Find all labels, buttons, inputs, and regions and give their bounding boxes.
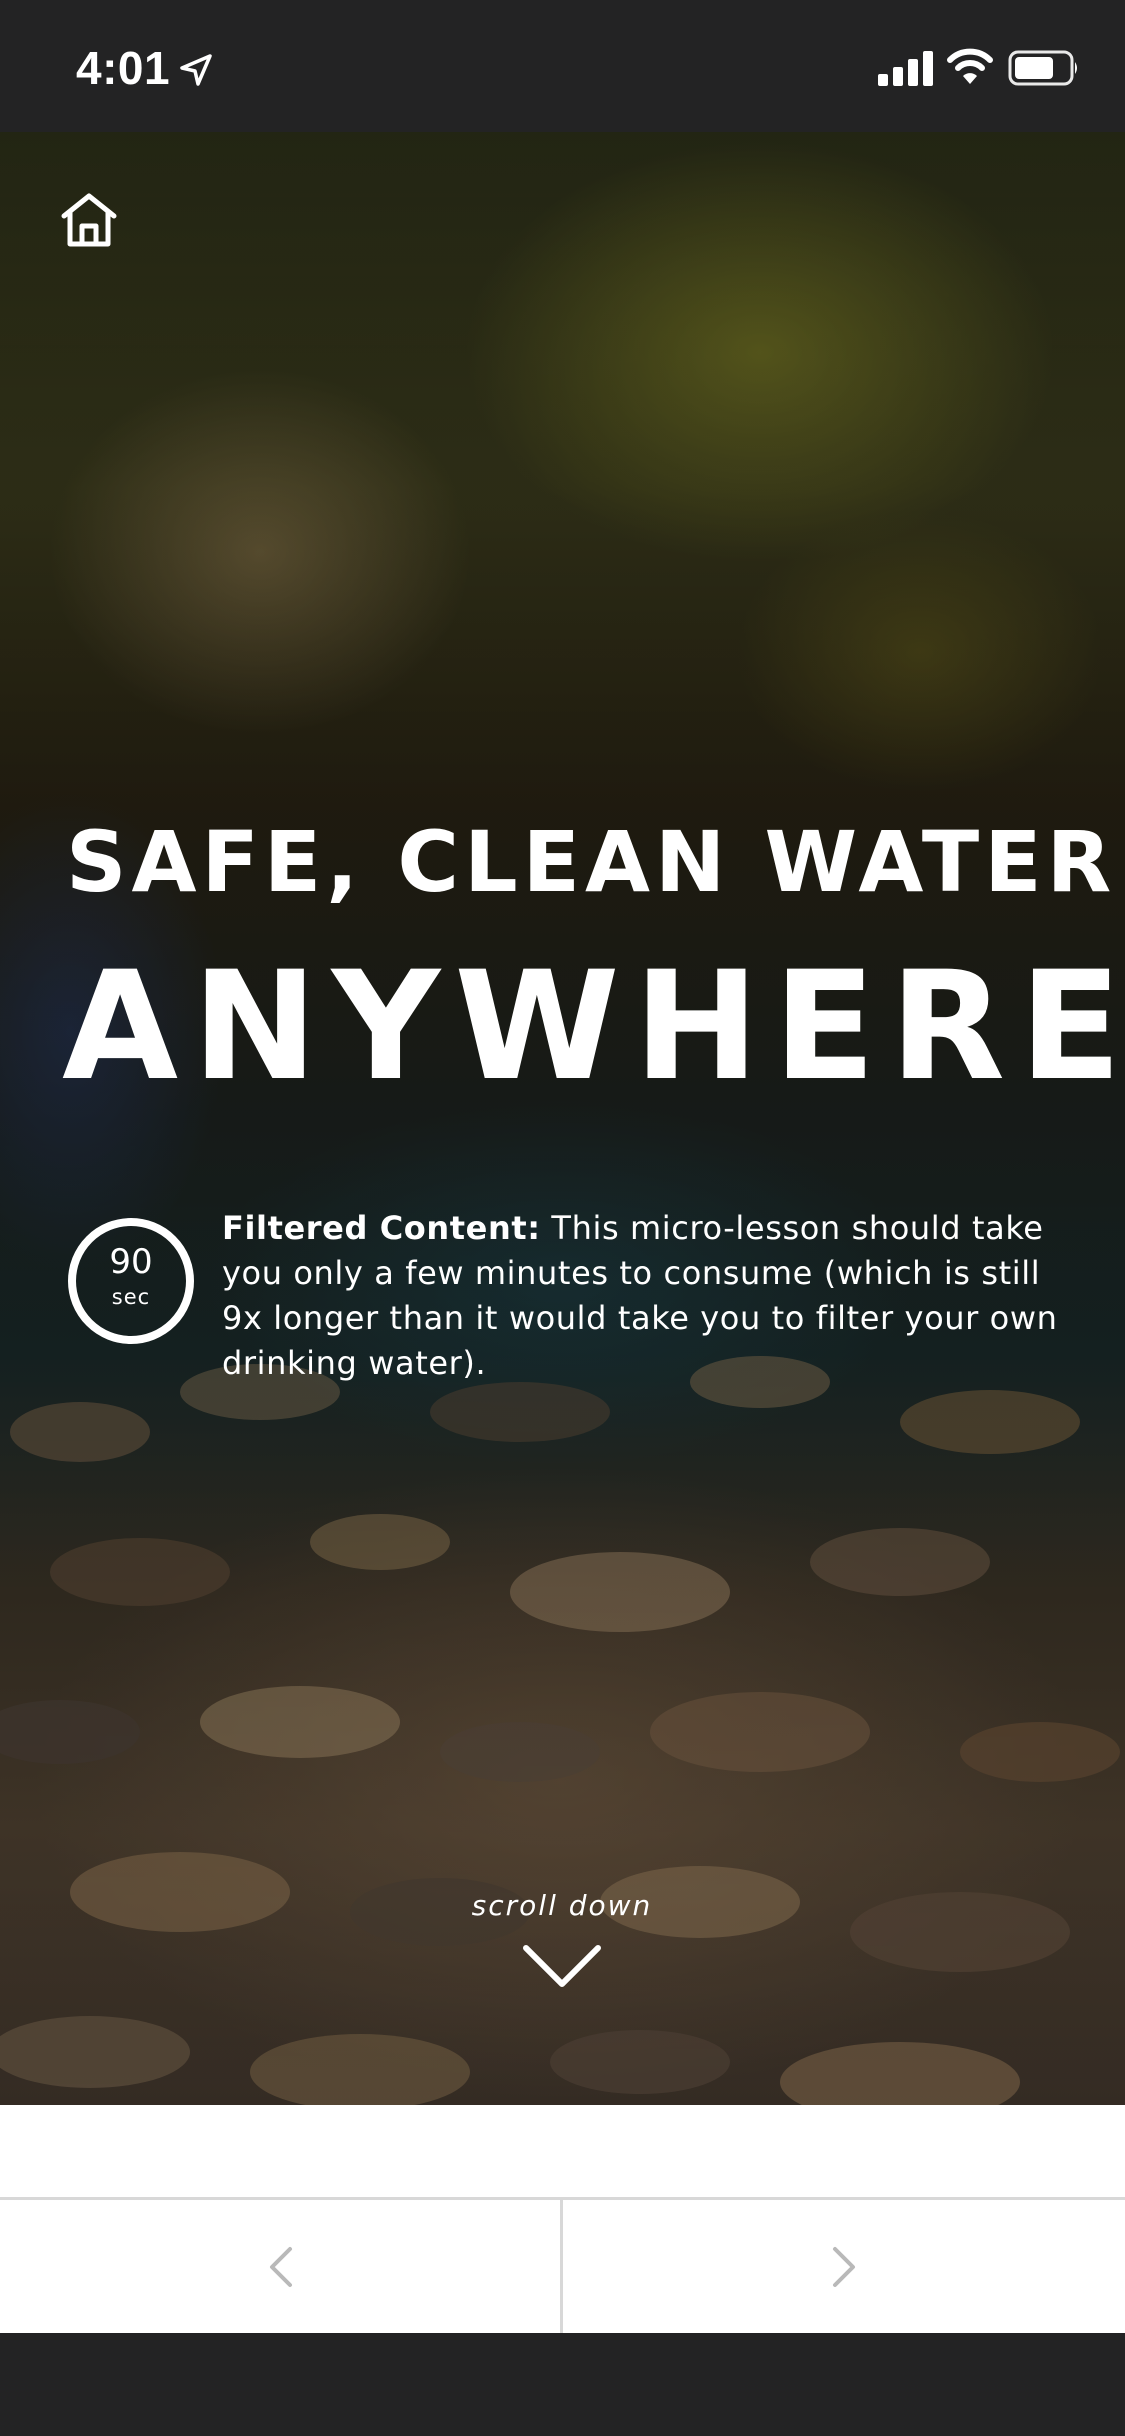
lesson-description-label: Filtered Content: [222, 1209, 541, 1247]
lesson-navigation [0, 2197, 1125, 2333]
chevron-down-icon[interactable] [522, 1942, 602, 1990]
duration-unit: sec [111, 1285, 151, 1309]
location-arrow-icon [180, 54, 212, 86]
content-start-area [0, 2105, 1125, 2197]
lesson-description: Filtered Content: This micro-lesson shou… [222, 1206, 1082, 1386]
hero-overlay [0, 132, 1125, 2105]
battery-icon [1008, 50, 1077, 86]
headline-title: ANYWHERE [62, 940, 1125, 1114]
wifi-icon [947, 48, 993, 84]
status-time: 4:01 [76, 42, 171, 94]
headline-subtitle: SAFE, CLEAN WATER [66, 813, 1117, 911]
chevron-left-icon [269, 2246, 292, 2287]
cellular-signal-icon [878, 51, 933, 86]
next-button[interactable] [563, 2200, 1124, 2333]
scroll-down-label: scroll down [471, 1889, 653, 1922]
duration-value: 90 [109, 1242, 153, 1282]
bottom-safe-area [0, 2333, 1125, 2436]
home-icon[interactable] [60, 192, 118, 248]
previous-button[interactable] [0, 2200, 561, 2333]
duration-badge: 90 sec [68, 1218, 194, 1344]
chevron-right-icon [832, 2246, 855, 2287]
hero-banner: SAFE, CLEAN WATER ANYWHERE 90 sec Filter… [0, 132, 1125, 2105]
lesson-screen: 4:01 SAFE, CLEAN WATER ANYWHERE 90 sec F… [0, 0, 1125, 2436]
status-bar: 4:01 [0, 0, 1125, 132]
